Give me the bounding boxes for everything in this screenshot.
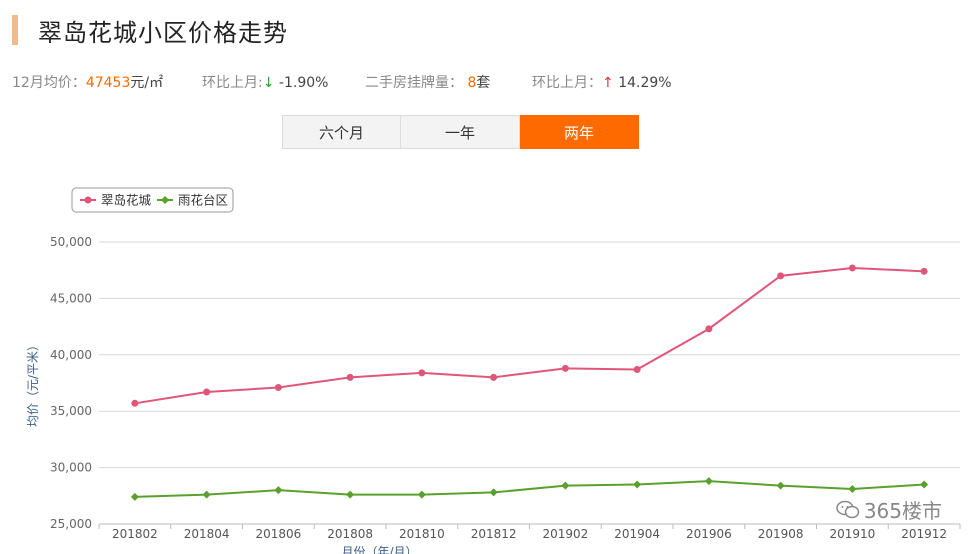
avg-price-unit: 元/㎡ (130, 75, 164, 91)
mom-change-label: 环比上月: (202, 75, 263, 91)
data-point (561, 481, 570, 490)
x-tick-label: 201810 (399, 527, 445, 541)
arrow-up-icon: ↑ (602, 75, 614, 91)
x-tick-label: 201902 (542, 527, 588, 541)
legend-marker (84, 196, 92, 204)
tab-six-months[interactable]: 六个月 (282, 115, 401, 149)
data-point (920, 480, 929, 489)
data-point (130, 492, 139, 501)
mom-change-stat: 环比上月:↓ -1.90% (202, 72, 328, 92)
x-tick-label: 201908 (758, 527, 804, 541)
data-point (705, 325, 713, 333)
page-title: 翠岛花城小区价格走势 (38, 18, 288, 47)
data-point (490, 373, 498, 381)
data-point (418, 369, 426, 377)
data-point (203, 388, 211, 396)
watermark-text: 365楼市 (863, 499, 942, 523)
data-point (346, 490, 355, 499)
y-tick-label: 50,000 (50, 235, 92, 249)
data-point (274, 384, 282, 392)
y-tick-label: 40,000 (50, 348, 92, 362)
arrow-down-icon: ↓ (262, 75, 275, 91)
y-tick-label: 30,000 (50, 461, 92, 475)
legend-label-1: 雨花台区 (178, 193, 228, 208)
y-tick-label: 45,000 (50, 291, 92, 305)
listing-change-label: 环比上月： (532, 75, 602, 91)
x-tick-label: 201906 (686, 527, 732, 541)
listing-count-stat: 二手房挂牌量： 8套 (365, 72, 490, 92)
tab-two-years[interactable]: 两年 (520, 115, 639, 149)
data-point (346, 373, 354, 381)
y-tick-label: 25,000 (50, 517, 92, 531)
legend-label-0: 翠岛花城 (101, 193, 152, 208)
x-tick-label: 201904 (614, 527, 660, 541)
x-tick-label: 201804 (184, 527, 230, 541)
x-tick-label: 201806 (255, 527, 301, 541)
avg-price-value: 47453 (85, 75, 131, 91)
listing-change-value: 14.29% (618, 75, 672, 91)
x-tick-label: 201812 (471, 527, 517, 541)
data-point (489, 488, 498, 497)
mom-change-value: -1.90% (278, 75, 329, 91)
data-point (848, 485, 857, 494)
title-accent-bar (12, 15, 18, 45)
x-tick-label: 201912 (901, 527, 947, 541)
y-axis-title: 均价（元/平米） (26, 339, 40, 427)
x-tick-label: 201808 (327, 527, 373, 541)
period-tabs: 六个月 一年 两年 (282, 115, 639, 149)
data-point (848, 264, 856, 272)
listing-count-label: 二手房挂牌量： (365, 75, 463, 91)
listing-change-stat: 环比上月：↑ 14.29% (532, 72, 672, 92)
y-tick-label: 35,000 (50, 404, 92, 418)
data-point (633, 365, 641, 373)
data-point (776, 481, 785, 490)
series-line-1 (134, 480, 925, 498)
listing-count-unit: 套 (476, 75, 491, 91)
wechat-icon (836, 500, 860, 518)
avg-price-label: 12月均价： (12, 75, 86, 91)
data-point (561, 364, 569, 372)
data-point (704, 477, 713, 486)
price-trend-chart: 25,000 30,000 35,000 40,000 45,000 50,000 2018… (26, 187, 961, 554)
series-line-0 (134, 266, 925, 405)
watermark: 365楼市 (836, 495, 942, 524)
data-point (274, 486, 283, 495)
data-point (633, 480, 642, 489)
data-point (920, 267, 928, 275)
data-point (202, 490, 211, 499)
page-header: 翠岛花城小区价格走势 (12, 14, 288, 47)
tab-one-year[interactable]: 一年 (401, 115, 520, 149)
avg-price-stat: 12月均价：47453元/㎡ (12, 72, 163, 92)
x-axis-title: 月份（年/月） (341, 545, 417, 554)
data-point (777, 272, 785, 280)
data-point (131, 399, 139, 407)
x-tick-label: 201802 (112, 527, 158, 541)
x-tick-label: 201910 (829, 527, 875, 541)
data-point (417, 490, 426, 499)
